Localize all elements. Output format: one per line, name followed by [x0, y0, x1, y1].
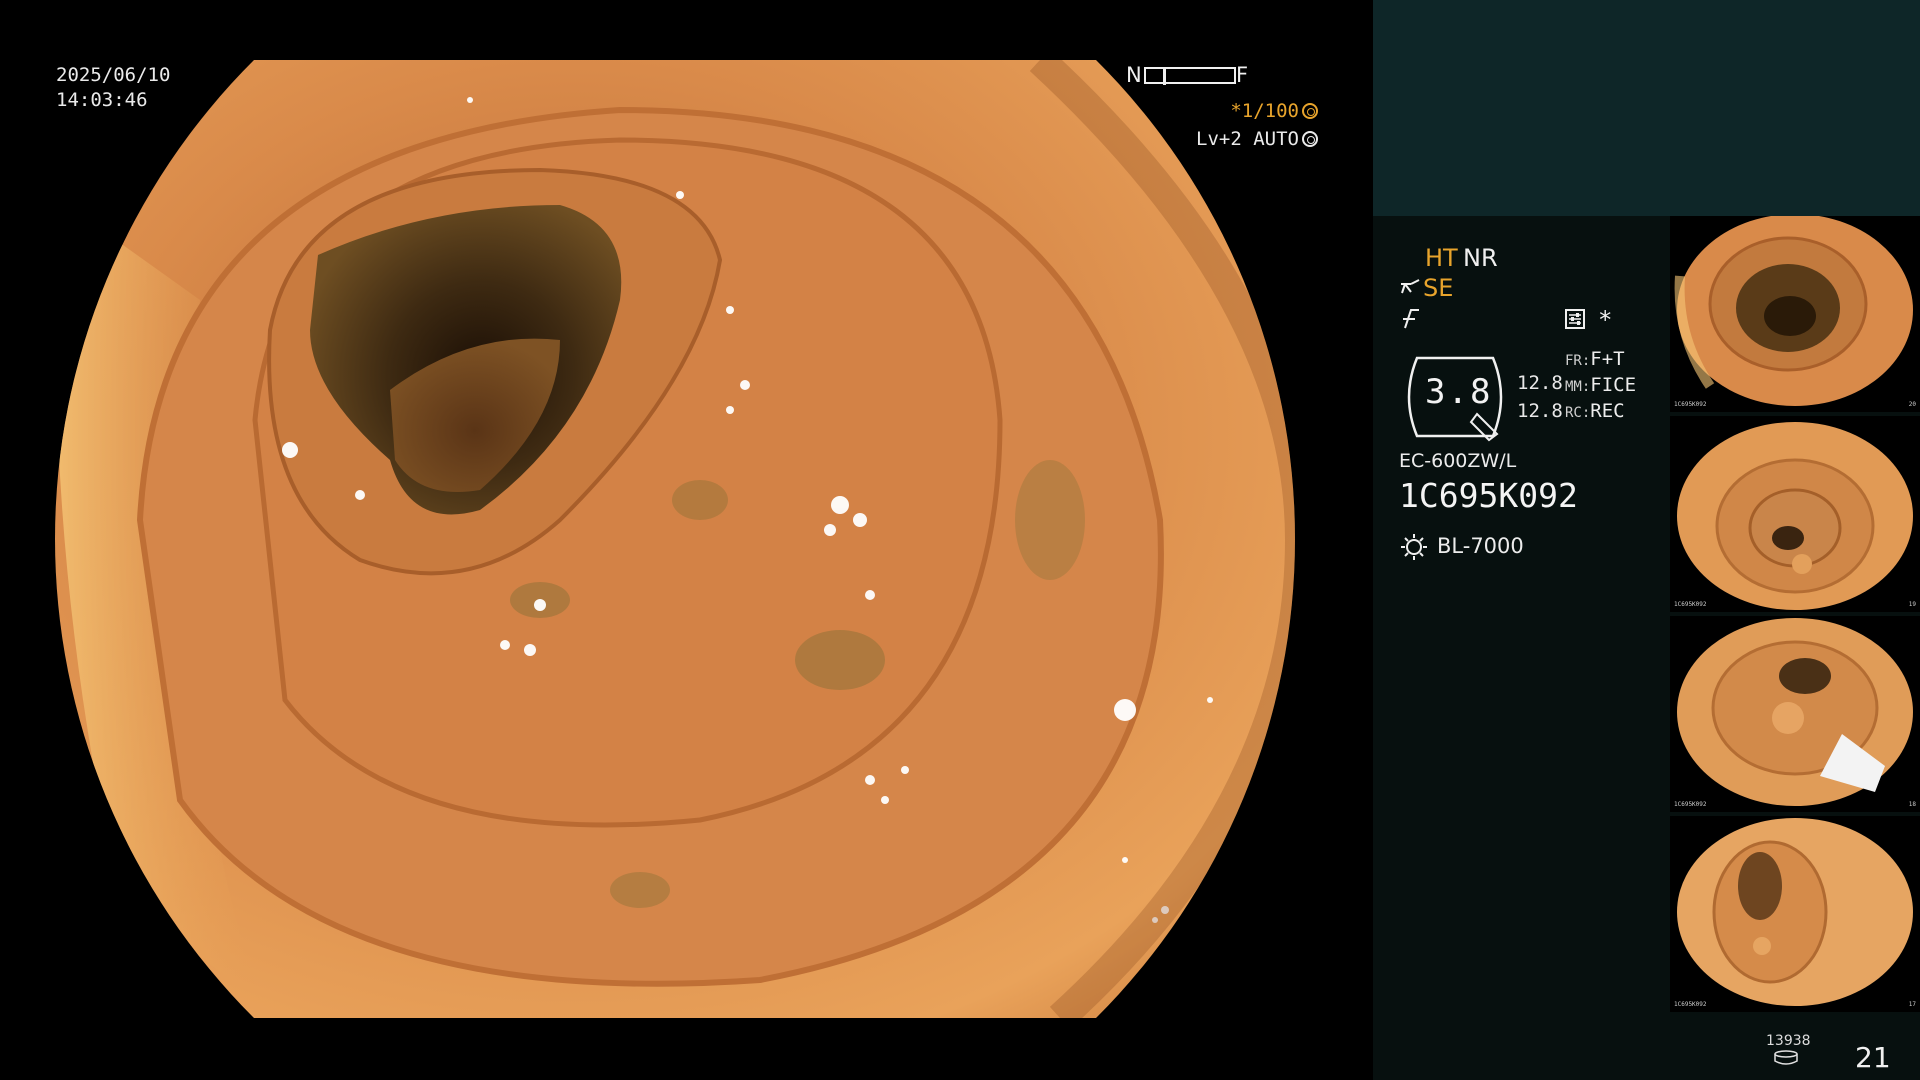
captured-thumbnail[interactable]: 1C695K092 18	[1670, 616, 1920, 812]
thumbnail-serial: 1C695K092	[1674, 401, 1707, 408]
endoscopic-image	[55, 60, 1295, 1018]
mm-setting: MM:FICE	[1565, 374, 1636, 396]
endoscope-live-view: 2025/06/10 14:03:46 N F *1/100 Lv+2 AUTO	[0, 0, 1373, 1080]
date-display: 2025/06/10	[56, 64, 171, 86]
zoom-value: 3.8	[1425, 372, 1493, 412]
thumbnail-image	[1677, 818, 1913, 1006]
star-indicator: *	[1598, 306, 1613, 334]
setting-value-1: 12.8	[1517, 372, 1563, 394]
time-display: 14:03:46	[56, 89, 148, 111]
scope-model: EC-600ZW/L	[1399, 450, 1517, 472]
fr-key: FR:	[1565, 353, 1591, 369]
structure-enhance-icon	[1401, 279, 1420, 294]
rc-key: RC:	[1565, 405, 1591, 421]
shutter-speed: *1/100	[1230, 100, 1318, 122]
mm-key: MM:	[1565, 379, 1591, 395]
thumbnail-serial: 1C695K092	[1674, 801, 1707, 808]
settings-icon	[1565, 309, 1585, 329]
light-source-label: BL-7000	[1437, 534, 1524, 558]
scale-marker	[1163, 67, 1166, 85]
captured-thumbnail[interactable]: 1C695K092 17	[1670, 816, 1920, 1012]
captured-thumbnail[interactable]: 1C695K092 20	[1670, 216, 1920, 412]
aperture-icon	[1302, 103, 1318, 119]
panel-header-area	[1373, 0, 1920, 216]
level-text: Lv+2 AUTO	[1196, 128, 1299, 150]
light-source-icon	[1401, 534, 1427, 560]
scale-near-label: N	[1126, 63, 1142, 87]
thumbnail-serial: 1C695K092	[1674, 1001, 1707, 1008]
brightness-level: Lv+2 AUTO	[1196, 128, 1318, 150]
thumbnail-image	[1674, 216, 1913, 406]
scale-far-label: F	[1236, 63, 1249, 87]
thumbnail-serial: 1C695K092	[1674, 601, 1707, 608]
scale-bar	[1144, 67, 1236, 85]
setting-value-2: 12.8	[1517, 400, 1563, 422]
thumbnail-image	[1677, 618, 1913, 806]
ht-indicator: HT	[1425, 244, 1458, 272]
fr-value: F+T	[1590, 348, 1625, 370]
shutter-text: *1/100	[1230, 100, 1299, 122]
rc-value: REC	[1590, 400, 1625, 422]
contrast-icon	[1403, 309, 1419, 329]
scope-serial: 1C695K092	[1399, 476, 1578, 515]
storage-count: 13938	[1766, 1033, 1811, 1049]
info-panel: HT NR SE * 3.8 12.8 12.8 FR:F+T MM:FICE …	[1373, 0, 1920, 1080]
mm-value: FICE	[1590, 374, 1637, 396]
image-count: 21	[1855, 1041, 1891, 1074]
auto-iris-icon	[1302, 131, 1318, 147]
fr-setting: FR:F+T	[1565, 348, 1625, 370]
thumbnail-number: 19	[1908, 601, 1916, 608]
rc-setting: RC:REC	[1565, 400, 1625, 422]
captured-thumbnail[interactable]: 1C695K092 19	[1670, 416, 1920, 612]
thumbnail-image	[1677, 422, 1913, 610]
thumbnail-number: 17	[1908, 1001, 1916, 1008]
nr-indicator: NR	[1463, 244, 1498, 272]
storage-icon	[1774, 1050, 1798, 1065]
thumbnail-number: 18	[1908, 801, 1916, 808]
thumbnail-number: 20	[1908, 401, 1916, 408]
se-indicator: SE	[1423, 274, 1454, 302]
